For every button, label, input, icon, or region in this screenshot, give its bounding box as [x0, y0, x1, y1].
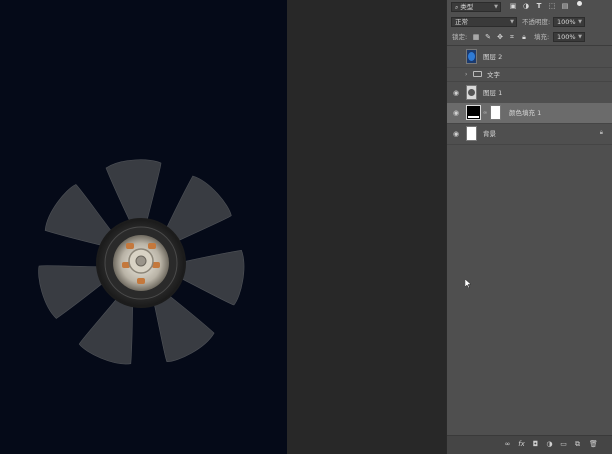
- layer-row-layer-1[interactable]: ◉ 图层 1: [447, 83, 612, 104]
- fan-image: [38, 159, 245, 365]
- shape-filter-icon[interactable]: ⬚: [548, 2, 556, 10]
- new-group-icon[interactable]: ▭: [559, 440, 568, 449]
- blend-mode-dropdown[interactable]: 正常 ▼: [451, 17, 517, 27]
- eye-icon[interactable]: ◉: [452, 130, 460, 138]
- lock-label: 锁定:: [452, 33, 468, 41]
- chevron-down-icon: ▼: [494, 4, 498, 10]
- layer-row-group-text[interactable]: › 文字: [447, 68, 612, 82]
- link-layers-icon[interactable]: ∞: [503, 440, 512, 449]
- chevron-down-icon: ▼: [578, 19, 582, 25]
- eye-icon[interactable]: ◉: [452, 89, 460, 97]
- adjustment-layer-icon[interactable]: ◑: [545, 440, 554, 449]
- layers-list: 图层 2 › 文字 ◉ 图层 1 ◉ ∞ 颜色填充 1 ◉ 背景 🔒︎: [447, 45, 612, 145]
- new-layer-icon[interactable]: ⧉: [573, 440, 582, 449]
- layer-row-layer-2[interactable]: 图层 2: [447, 47, 612, 68]
- layer-thumbnail: [466, 49, 477, 64]
- layers-panel: ⌕ 类型 ▼ ▣ ◑ T ⬚ ▤ 正常 ▼ 不透明度: 100% ▼ 锁定: ▦ ✎ …: [446, 0, 612, 454]
- chevron-down-icon: ▼: [510, 19, 514, 25]
- layer-row-color-fill-1[interactable]: ◉ ∞ 颜色填充 1: [447, 103, 612, 124]
- document-canvas[interactable]: [0, 0, 287, 454]
- fill-value: 100%: [557, 33, 576, 41]
- lock-all-icon[interactable]: 🔒︎: [520, 33, 528, 41]
- lock-row: 锁定: ▦ ✎ ✥ ⌗ 🔒︎ 填充: 100% ▼: [447, 30, 612, 44]
- lock-transparent-icon[interactable]: ▦: [472, 33, 480, 41]
- opacity-field[interactable]: 100% ▼: [553, 17, 585, 27]
- chevron-down-icon: ▼: [578, 34, 582, 40]
- layer-name[interactable]: 图层 2: [483, 52, 502, 62]
- opacity-value: 100%: [557, 18, 576, 26]
- filter-kind-value: 类型: [460, 3, 474, 11]
- trash-icon[interactable]: 🗑︎: [589, 440, 598, 449]
- visibility-off-slot[interactable]: [452, 74, 460, 82]
- fill-field[interactable]: 100% ▼: [553, 32, 585, 42]
- layer-row-background[interactable]: ◉ 背景 🔒︎: [447, 124, 612, 145]
- type-filter-icon[interactable]: T: [535, 2, 543, 10]
- lock-position-icon[interactable]: ✥: [496, 33, 504, 41]
- lock-icon: 🔒︎: [599, 129, 603, 136]
- filter-toggle-icon[interactable]: [577, 1, 583, 7]
- layer-name[interactable]: 图层 1: [483, 88, 502, 98]
- layer-name[interactable]: 颜色填充 1: [509, 108, 541, 118]
- lock-pixels-icon[interactable]: ✎: [484, 33, 492, 41]
- layer-name[interactable]: 文字: [487, 70, 500, 80]
- layer-style-icon[interactable]: fx: [517, 440, 526, 449]
- mouse-cursor-icon: [465, 279, 471, 288]
- eye-icon[interactable]: ◉: [452, 109, 460, 117]
- filter-kind-dropdown[interactable]: ⌕ 类型 ▼: [451, 2, 501, 12]
- layer-thumbnail: [466, 126, 477, 141]
- layers-panel-footer: ∞ fx ◘ ◑ ▭ ⧉ 🗑︎: [447, 435, 612, 454]
- folder-icon: [473, 71, 482, 77]
- adjustment-filter-icon[interactable]: ◑: [522, 2, 530, 10]
- add-mask-icon[interactable]: ◘: [531, 440, 540, 449]
- blend-row: 正常 ▼ 不透明度: 100% ▼: [447, 15, 612, 29]
- pasteboard: [287, 0, 446, 454]
- opacity-label: 不透明度:: [522, 18, 551, 26]
- layer-filter-row: ⌕ 类型 ▼ ▣ ◑ T ⬚ ▤: [447, 0, 612, 15]
- image-filter-icon[interactable]: ▣: [509, 2, 517, 10]
- layer-name[interactable]: 背景: [483, 129, 496, 139]
- visibility-off-slot[interactable]: [452, 53, 460, 61]
- lock-artboard-icon[interactable]: ⌗: [508, 33, 516, 41]
- smart-object-filter-icon[interactable]: ▤: [561, 2, 569, 10]
- fill-label: 填充:: [534, 33, 550, 41]
- layer-thumbnail: [466, 85, 477, 100]
- layer-mask-thumbnail[interactable]: [490, 105, 501, 120]
- chevron-right-icon[interactable]: ›: [465, 71, 467, 78]
- link-icon[interactable]: ∞: [483, 110, 487, 116]
- fill-color-thumbnail: [466, 105, 481, 120]
- blend-mode-value: 正常: [455, 18, 468, 26]
